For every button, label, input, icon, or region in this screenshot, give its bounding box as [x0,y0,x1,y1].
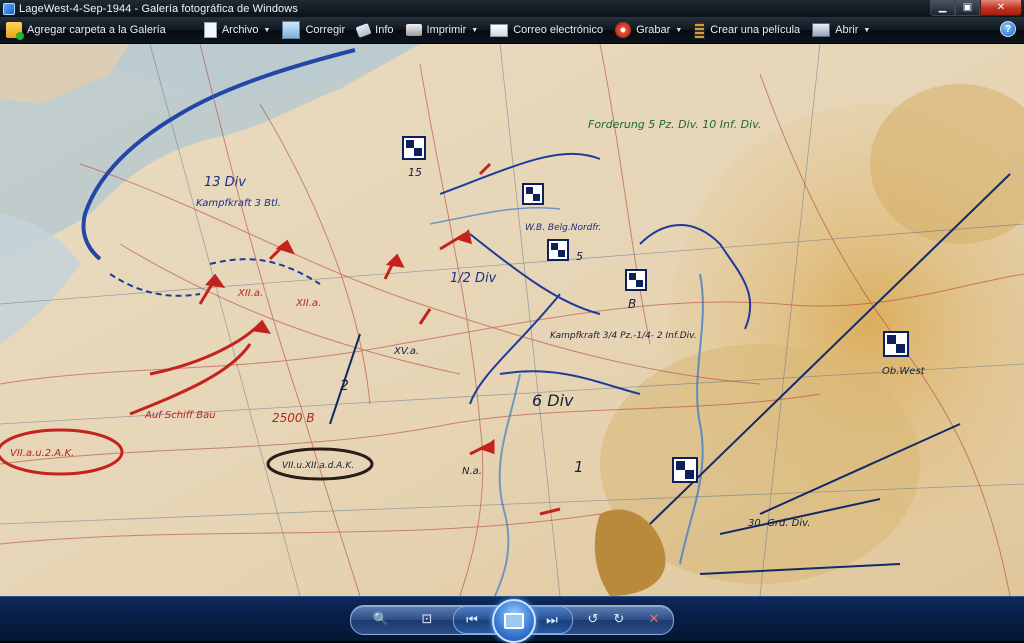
minimize-button[interactable]: ▁ [930,0,955,16]
delete-icon: ✕ [648,611,660,626]
chevron-down-icon: ▼ [471,26,479,34]
delete-button[interactable]: ✕ [642,608,666,630]
actual-size-button[interactable]: ⊡ [415,608,439,630]
viewer-control-bar: 🔍 ⊡ ↺ ↻ ✕ ⏮ ⏭ [0,596,1024,643]
map-label: Forderung 5 Pz. Div. 10 Inf. Div. [588,118,761,131]
open-icon [812,23,831,37]
open-menu-button[interactable]: Abrir ▼ [806,19,876,41]
email-icon [490,23,509,37]
map-label: VII.a.u.2.A.K. [10,448,74,459]
window-title: LageWest-4-Sep-1944 - Galería fotográfic… [19,2,298,15]
fix-label: Corregir [305,24,346,36]
next-icon: ⏭ [546,612,558,627]
map-label: Ob.West [882,366,926,377]
maximize-button[interactable]: ▣ [955,0,980,16]
printer-icon [405,24,422,36]
file-menu-button[interactable]: Archivo ▼ [198,19,277,41]
next-button[interactable]: ⏭ [540,609,564,631]
fit-window-icon: ⊡ [421,611,433,626]
map-label: 30. Grd. Div. [748,518,810,529]
info-label: Info [375,24,394,36]
burn-disc-icon [615,22,632,38]
add-folder-label: Agregar carpeta a la Galería [27,24,166,36]
print-menu-button[interactable]: Imprimir ▼ [400,19,485,41]
map-label: XII.a. [237,288,263,299]
chevron-down-icon: ▼ [863,26,871,34]
close-button[interactable]: ✕ [980,0,1022,16]
map-label: Kampfkraft 3 Btl. [196,198,281,209]
zoom-icon: 🔍 [372,611,390,626]
rotate-left-icon: ↺ [587,611,599,626]
film-icon [694,21,706,39]
file-icon [203,22,217,38]
map-label: Kampfkraft 3/4 Pz.-1/4- 2 Inf.Div. [550,331,697,341]
image-viewer[interactable]: 13 Div Kampfkraft 3 Btl. XII.a. XII.a. K… [0,44,1024,596]
previous-button[interactable]: ⏮ [460,609,484,631]
gallery-add-icon [6,22,24,40]
help-icon[interactable]: ? [1000,21,1016,37]
zoom-button[interactable]: 🔍 [369,608,393,630]
info-button[interactable]: Info [351,19,399,41]
burn-label: Grabar [636,24,671,36]
map-label: N.a. [462,466,482,477]
print-label: Imprimir [426,24,467,36]
chevron-down-icon: ▼ [263,26,271,34]
rotate-clockwise-button[interactable]: ↻ [607,608,631,630]
map-label: VII.u.XII.a.d.A.K. [282,461,354,471]
map-label: 1/2 Div [450,271,497,286]
email-button[interactable]: Correo electrónico [484,19,609,41]
map-label: 5 [576,250,583,263]
burn-menu-button[interactable]: Grabar ▼ [609,19,688,41]
window-controls: ▁ ▣ ✕ [930,0,1022,16]
slideshow-button[interactable] [492,599,536,643]
file-menu-label: Archivo [221,24,259,36]
map-label: 1 [574,458,584,476]
open-label: Abrir [835,24,859,36]
map-label: 2500 B [272,411,315,425]
map-label: 15 [408,166,422,179]
fix-button[interactable]: Corregir [276,19,351,41]
map-label: XV.a. [393,346,419,357]
photo-gallery-app-icon [3,2,15,15]
rotate-right-icon: ↻ [613,611,625,626]
title-bar: LageWest-4-Sep-1944 - Galería fotográfic… [0,0,1024,17]
map-label: W.B. Belg.Nordfr. [525,223,601,233]
command-toolbar: Agregar carpeta a la Galería Archivo ▼ C… [0,17,1024,44]
chevron-down-icon: ▼ [675,26,683,34]
info-tag-icon [355,22,372,38]
map-label: 13 Div [204,175,246,190]
slideshow-icon [504,613,524,629]
rotate-counterclockwise-button[interactable]: ↺ [581,608,605,630]
military-situation-map: 13 Div Kampfkraft 3 Btl. XII.a. XII.a. K… [0,44,1024,596]
make-movie-button[interactable]: Crear una película [688,19,806,41]
email-label: Correo electrónico [513,24,604,36]
map-label: 2 [340,378,349,394]
fix-icon [282,21,301,39]
map-label: B [628,297,636,311]
previous-icon: ⏮ [466,612,478,627]
add-folder-to-gallery-button[interactable]: Agregar carpeta a la Galería [0,19,172,41]
map-label: XII.a. [295,298,321,309]
map-label: 6 Div [532,391,574,410]
make-movie-label: Crear una película [710,24,801,36]
map-label: Auf Schiff Bau [144,410,216,421]
